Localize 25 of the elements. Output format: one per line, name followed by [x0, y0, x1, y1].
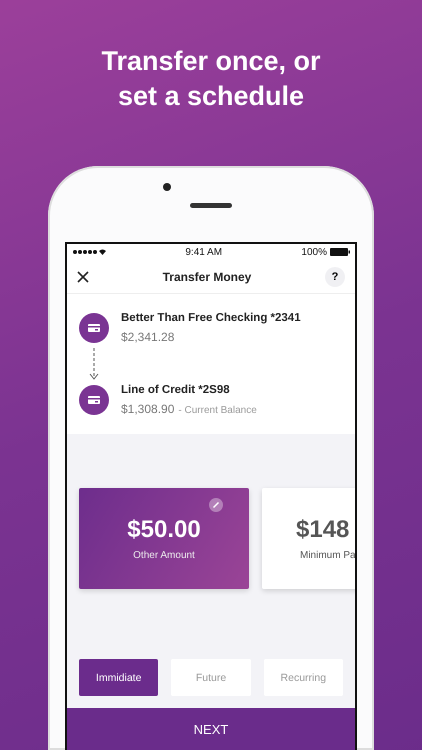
balance-note: - Current Balance [178, 405, 257, 416]
amount-value: $50.00 [127, 516, 201, 544]
down-arrow-icon [89, 348, 99, 380]
amount-card[interactable]: $50.00 Other Amount [79, 488, 249, 590]
amount-label: Other Amount [133, 550, 195, 562]
timing-tab[interactable]: Immidiate [79, 659, 158, 696]
account-name: Line of Credit *2S98 [121, 384, 231, 396]
next-button[interactable]: NEXT [67, 708, 355, 750]
speaker-icon [190, 203, 232, 208]
headline: Transfer once, or set a schedule [101, 45, 321, 114]
help-button[interactable]: ? [324, 266, 345, 287]
account-name: Better Than Free Checking *2341 [121, 312, 301, 324]
camera-icon [163, 183, 171, 192]
battery-percent: 100% [301, 246, 327, 258]
close-icon[interactable] [77, 270, 89, 283]
pencil-icon[interactable] [209, 498, 223, 512]
battery-icon [330, 248, 350, 256]
account-balance: $1,308.90 [121, 402, 174, 416]
status-time: 9:41 AM [185, 246, 222, 258]
card-icon [79, 313, 109, 344]
amount-value: $148 [296, 516, 350, 544]
screen-title: Transfer Money [162, 270, 252, 284]
card-icon [79, 385, 109, 416]
signal-icon [72, 248, 106, 256]
account-balance: $2,341.28 [121, 330, 174, 344]
